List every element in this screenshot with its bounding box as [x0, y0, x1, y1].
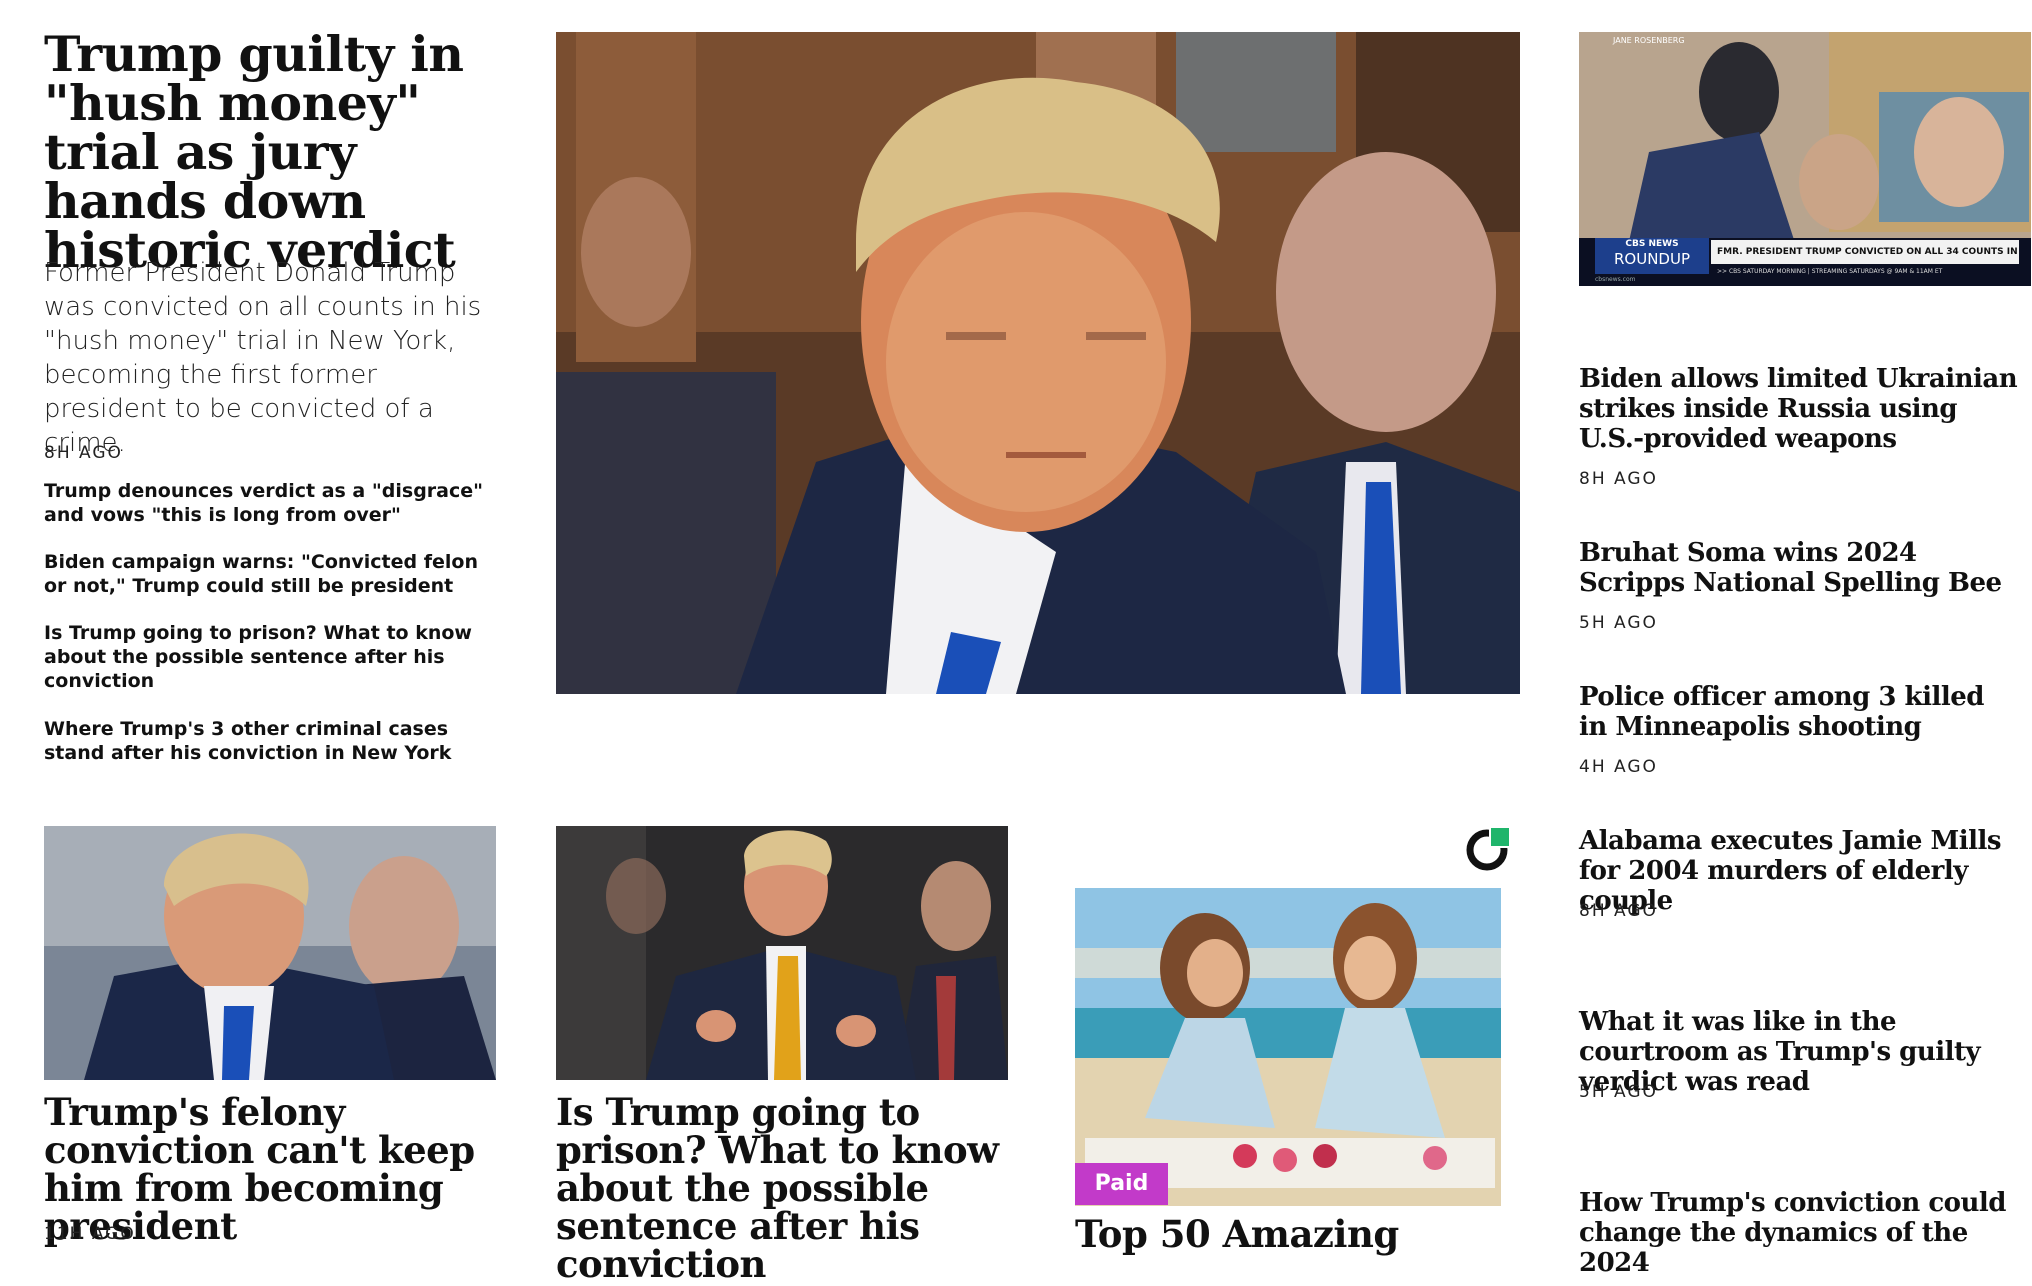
ad-choices-icon[interactable]: [1465, 826, 1511, 872]
lower-third-site: cbsnews.com: [1595, 276, 1636, 283]
rail-timestamp-4: 8H AGO: [1579, 901, 1658, 921]
rail-headline-6[interactable]: How Trump's conviction could change the …: [1579, 1188, 2019, 1278]
rail-headline-3[interactable]: Police officer among 3 killed in Minneap…: [1579, 682, 2019, 742]
related-link-3[interactable]: Is Trump going to prison? What to know a…: [44, 621, 504, 693]
rail-timestamp-1: 8H AGO: [1579, 469, 1658, 489]
card-2-photo[interactable]: [556, 826, 1008, 1080]
rail-timestamp-5: 5H AGO: [1579, 1082, 1658, 1102]
lead-headline[interactable]: Trump guilty in "hush money" trial as ju…: [44, 30, 514, 275]
card-1-headline[interactable]: Trump's felony conviction can't keep him…: [44, 1093, 514, 1245]
rail-headline-2[interactable]: Bruhat Soma wins 2024 Scripps National S…: [1579, 538, 2019, 598]
card-2-headline[interactable]: Is Trump going to prison? What to know a…: [556, 1093, 1026, 1283]
sketch-credit: JANE ROSENBERG: [1613, 36, 1685, 45]
sponsored-headline[interactable]: Top 50 Amazing: [1075, 1215, 1515, 1253]
card-1-timestamp: 11H AGO: [44, 1224, 136, 1244]
sponsored-photo[interactable]: [1075, 888, 1501, 1206]
rail-timestamp-3: 4H AGO: [1579, 757, 1658, 777]
lead-summary: Former President Donald Trump was convic…: [44, 258, 482, 458]
rail-headline-1[interactable]: Biden allows limited Ukrainian strikes i…: [1579, 364, 2019, 454]
lead-timestamp: 8H AGO: [44, 443, 123, 463]
related-link-1[interactable]: Trump denounces verdict as a "disgrace" …: [44, 479, 504, 527]
lower-third-ticker: >> CBS SATURDAY MORNING | STREAMING SATU…: [1717, 268, 1943, 275]
video-thumbnail[interactable]: JANE ROSENBERG CBS NEWS ROUNDUP FMR. PRE…: [1579, 32, 2031, 286]
related-link-2[interactable]: Biden campaign warns: "Convicted felon o…: [44, 550, 504, 598]
lead-photo[interactable]: [556, 32, 1520, 694]
related-link-4[interactable]: Where Trump's 3 other criminal cases sta…: [44, 717, 464, 765]
cbs-roundup-logo: CBS NEWS ROUNDUP: [1595, 238, 1709, 274]
lower-third-headline: FMR. PRESIDENT TRUMP CONVICTED ON ALL 34…: [1711, 240, 2019, 264]
card-1-photo[interactable]: [44, 826, 496, 1080]
rail-timestamp-2: 5H AGO: [1579, 613, 1658, 633]
paid-badge: Paid: [1075, 1163, 1168, 1205]
